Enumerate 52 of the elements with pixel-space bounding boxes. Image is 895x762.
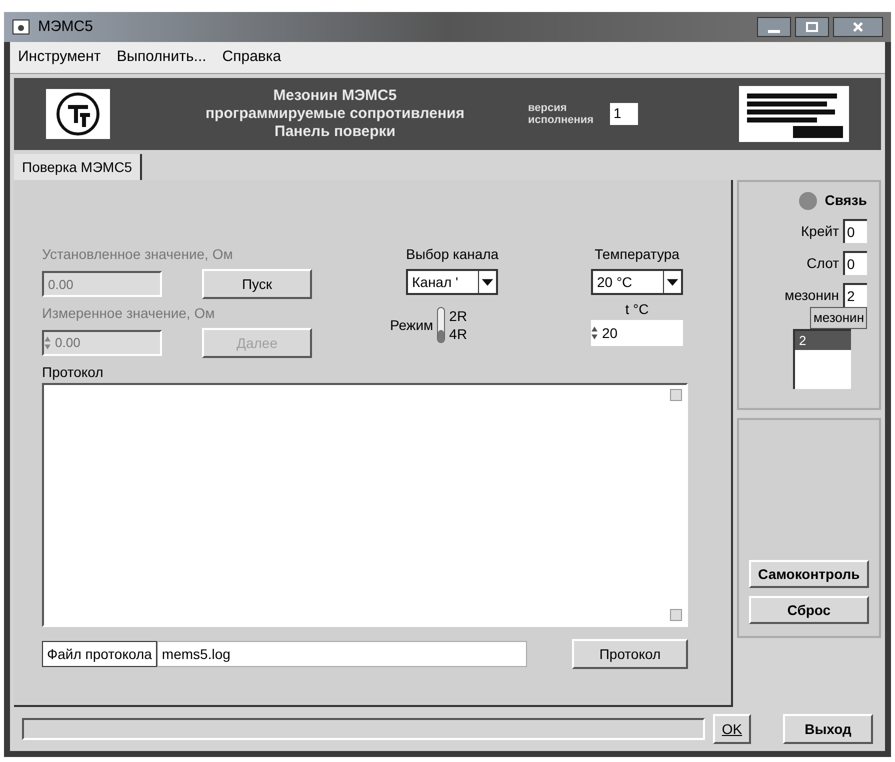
dropdown-arrow-icon — [478, 271, 496, 293]
mezzanine-list[interactable]: 2 — [793, 328, 851, 388]
mode-option: 2R — [449, 307, 468, 325]
minimize-button[interactable] — [757, 17, 791, 37]
close-button[interactable] — [833, 17, 883, 37]
banner-title: Мезонин МЭМС5 — [273, 87, 397, 105]
company-logo — [46, 89, 110, 139]
file-label: Файл протокола — [42, 641, 157, 667]
banner-title: программируемые сопротивления — [205, 105, 465, 123]
ok-button[interactable]: OK — [713, 714, 751, 744]
side-button[interactable]: Самоконтроль — [748, 560, 869, 588]
channel-dropdown[interactable]: Канал ' — [406, 269, 498, 295]
app-icon — [12, 19, 30, 35]
dropdown-arrow-icon — [663, 271, 681, 293]
banner-title: Панель поверки — [274, 123, 396, 141]
protocol-label: Протокол — [42, 363, 104, 382]
spin-arrows-icon — [591, 325, 598, 341]
version-field[interactable]: 1 — [610, 103, 638, 125]
connection-label: Связь — [824, 191, 867, 210]
temperature-label: Температура — [594, 245, 680, 264]
spin-arrows-icon — [44, 335, 51, 351]
protocol-button[interactable]: Протокол — [572, 639, 688, 669]
exit-button[interactable]: Выход — [783, 714, 873, 744]
address-label: мезонин — [784, 286, 839, 304]
tab[interactable]: Поверка МЭМС5 — [14, 154, 142, 180]
mode-switch[interactable] — [437, 307, 446, 343]
address-field[interactable]: 0 — [843, 219, 867, 243]
close-icon — [852, 21, 864, 33]
start-button[interactable]: Пуск — [202, 269, 312, 299]
temperature-input-label: t °C — [625, 300, 649, 319]
version-label: исполнения — [528, 114, 594, 126]
side-button[interactable]: Сброс — [748, 596, 869, 624]
mode-label: Режим — [390, 316, 434, 334]
address-label: Слот — [806, 254, 839, 272]
menu-item[interactable]: Выполнить... — [116, 46, 206, 69]
mode-option: 4R — [449, 325, 468, 343]
maximize-button[interactable] — [795, 17, 829, 37]
field-label: Измеренное значение, Ом — [42, 304, 216, 323]
field-label: Установленное значение, Ом — [42, 245, 234, 264]
address-field[interactable]: 0 — [843, 251, 867, 275]
file-field[interactable]: mems5.log — [156, 641, 527, 667]
list-item[interactable]: 2 — [795, 330, 851, 350]
version-label: версия — [528, 102, 568, 114]
address-label: Крейт — [801, 222, 839, 241]
window-title: МЭМС5 — [38, 16, 93, 37]
menu-item[interactable]: Справка — [222, 46, 282, 69]
channel-label: Выбор канала — [406, 245, 499, 264]
temperature-dropdown[interactable]: 20 °C — [591, 269, 683, 295]
list-header: мезонин — [810, 307, 867, 328]
address-field[interactable]: 2 — [843, 283, 867, 307]
menu-item[interactable]: Инструмент — [18, 46, 101, 69]
temperature-spinbox[interactable]: 20 — [591, 320, 683, 346]
